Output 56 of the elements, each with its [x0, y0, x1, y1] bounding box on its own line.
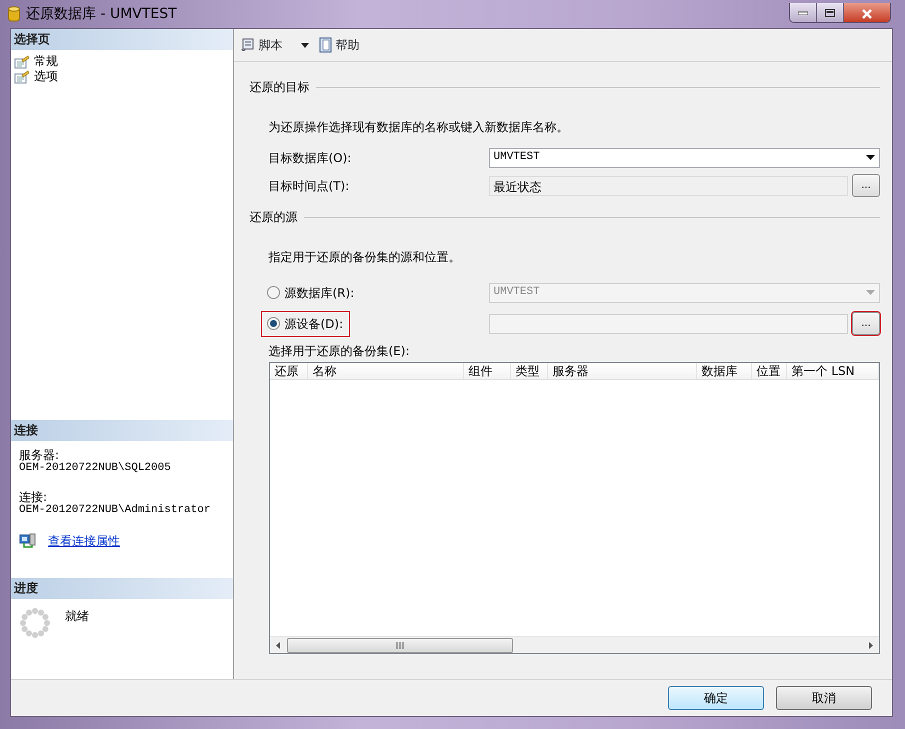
- browse-button[interactable]: ...: [852, 174, 880, 197]
- column-header[interactable]: 还原: [270, 363, 308, 379]
- column-header[interactable]: 数据库: [696, 363, 752, 379]
- horizontal-scrollbar[interactable]: [270, 636, 879, 653]
- destination-description: 为还原操作选择现有数据库的名称或键入新数据库名称。: [268, 119, 570, 136]
- backup-sets-label: 选择用于还原的备份集(E):: [268, 343, 410, 360]
- server-name: OEM-20120722NUB\SQL2005: [19, 462, 172, 474]
- device-field[interactable]: [488, 314, 848, 334]
- source-description: 指定用于还原的备份集的源和位置。: [268, 249, 462, 266]
- database-dropdown[interactable]: UMVTEST: [488, 148, 880, 168]
- source-radio[interactable]: 源设备(D):: [262, 312, 350, 336]
- page-item[interactable]: 常规: [11, 54, 232, 69]
- caret-icon: [866, 155, 875, 160]
- column-header[interactable]: 位置: [752, 363, 786, 379]
- maximize-button[interactable]: [817, 3, 844, 22]
- field-label: 目标时间点(T):: [268, 178, 350, 194]
- help-book-icon: [318, 37, 332, 53]
- close-button[interactable]: [844, 3, 890, 22]
- section-header: 还原的目标: [250, 79, 310, 96]
- scroll-icon: [240, 37, 256, 53]
- connection-properties-link[interactable]: 查看连接属性: [48, 532, 120, 550]
- spinner-icon: [19, 607, 51, 639]
- caret-icon: [866, 290, 875, 295]
- maximize-icon: [825, 9, 835, 18]
- toolbar-button[interactable]: 脚本: [240, 36, 282, 54]
- network-icon: [19, 533, 36, 549]
- section-header: 进度: [11, 578, 232, 599]
- minimize-button[interactable]: [790, 3, 817, 22]
- column-header[interactable]: 第一个 LSN: [786, 363, 879, 379]
- page-icon: [14, 54, 30, 68]
- source-radio[interactable]: 源数据库(R):: [262, 280, 360, 304]
- page-icon: [14, 70, 30, 84]
- field-label: 目标数据库(O):: [268, 150, 352, 166]
- column-header[interactable]: 组件: [464, 363, 510, 379]
- section-header: 连接: [11, 420, 232, 441]
- column-header[interactable]: 服务器: [548, 363, 696, 379]
- minimize-icon: [798, 11, 808, 16]
- time-field: 最近状态: [488, 176, 848, 196]
- dialog-button[interactable]: 确定: [668, 686, 764, 710]
- dialog-button[interactable]: 取消: [776, 686, 872, 710]
- connection-label: 连接:: [19, 491, 48, 504]
- database-icon: [8, 6, 20, 22]
- grip-icon: [396, 642, 404, 648]
- caret-icon[interactable]: [300, 42, 308, 48]
- toolbar-button[interactable]: 帮助: [318, 36, 360, 54]
- connection-user: OEM-20120722NUB\Administrator: [19, 504, 212, 516]
- page-item[interactable]: 选项: [11, 69, 232, 84]
- progress-status: 就绪: [65, 608, 89, 625]
- column-header[interactable]: 类型: [510, 363, 548, 379]
- close-icon: [861, 8, 873, 19]
- window-title: 还原数据库 - UMVTEST: [26, 4, 177, 24]
- column-header[interactable]: 名称: [308, 363, 464, 379]
- server-label: 服务器:: [19, 449, 60, 462]
- section-header: 还原的源: [250, 209, 298, 226]
- browse-button[interactable]: ...: [852, 312, 880, 335]
- section-header: 选择页: [11, 29, 232, 50]
